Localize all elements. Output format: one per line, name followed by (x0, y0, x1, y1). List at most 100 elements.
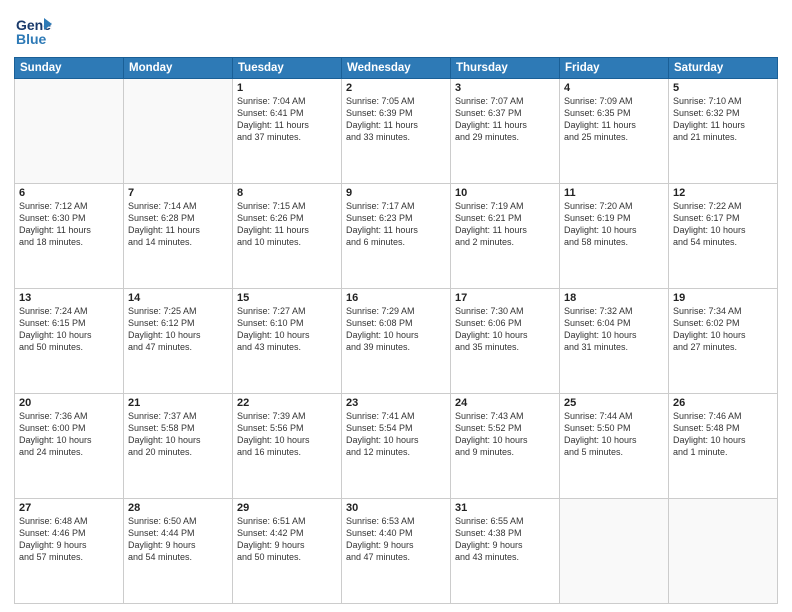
day-number: 8 (237, 187, 337, 199)
day-number: 17 (455, 292, 555, 304)
day-cell: 26Sunrise: 7:46 AM Sunset: 5:48 PM Dayli… (669, 394, 778, 499)
day-number: 3 (455, 82, 555, 94)
day-cell: 22Sunrise: 7:39 AM Sunset: 5:56 PM Dayli… (233, 394, 342, 499)
calendar-table: SundayMondayTuesdayWednesdayThursdayFrid… (14, 57, 778, 604)
day-info: Sunrise: 7:24 AM Sunset: 6:15 PM Dayligh… (19, 305, 119, 354)
day-cell: 4Sunrise: 7:09 AM Sunset: 6:35 PM Daylig… (560, 79, 669, 184)
day-info: Sunrise: 7:30 AM Sunset: 6:06 PM Dayligh… (455, 305, 555, 354)
weekday-header-monday: Monday (124, 58, 233, 79)
weekday-header-saturday: Saturday (669, 58, 778, 79)
week-row-3: 20Sunrise: 7:36 AM Sunset: 6:00 PM Dayli… (15, 394, 778, 499)
page: General Blue SundayMondayTuesdayWednesda… (0, 0, 792, 612)
day-number: 19 (673, 292, 773, 304)
day-number: 16 (346, 292, 446, 304)
logo: General Blue (14, 10, 52, 53)
day-cell: 17Sunrise: 7:30 AM Sunset: 6:06 PM Dayli… (451, 289, 560, 394)
day-cell: 5Sunrise: 7:10 AM Sunset: 6:32 PM Daylig… (669, 79, 778, 184)
day-cell: 23Sunrise: 7:41 AM Sunset: 5:54 PM Dayli… (342, 394, 451, 499)
day-info: Sunrise: 7:12 AM Sunset: 6:30 PM Dayligh… (19, 200, 119, 249)
day-cell: 15Sunrise: 7:27 AM Sunset: 6:10 PM Dayli… (233, 289, 342, 394)
day-cell: 3Sunrise: 7:07 AM Sunset: 6:37 PM Daylig… (451, 79, 560, 184)
day-info: Sunrise: 7:39 AM Sunset: 5:56 PM Dayligh… (237, 410, 337, 459)
day-number: 22 (237, 397, 337, 409)
day-number: 20 (19, 397, 119, 409)
day-info: Sunrise: 6:53 AM Sunset: 4:40 PM Dayligh… (346, 515, 446, 564)
day-info: Sunrise: 7:09 AM Sunset: 6:35 PM Dayligh… (564, 95, 664, 144)
day-info: Sunrise: 7:41 AM Sunset: 5:54 PM Dayligh… (346, 410, 446, 459)
day-info: Sunrise: 7:10 AM Sunset: 6:32 PM Dayligh… (673, 95, 773, 144)
day-info: Sunrise: 7:25 AM Sunset: 6:12 PM Dayligh… (128, 305, 228, 354)
day-cell: 30Sunrise: 6:53 AM Sunset: 4:40 PM Dayli… (342, 499, 451, 604)
week-row-0: 1Sunrise: 7:04 AM Sunset: 6:41 PM Daylig… (15, 79, 778, 184)
day-cell: 10Sunrise: 7:19 AM Sunset: 6:21 PM Dayli… (451, 184, 560, 289)
day-info: Sunrise: 7:37 AM Sunset: 5:58 PM Dayligh… (128, 410, 228, 459)
day-number: 6 (19, 187, 119, 199)
day-cell (124, 79, 233, 184)
day-info: Sunrise: 6:48 AM Sunset: 4:46 PM Dayligh… (19, 515, 119, 564)
day-cell: 13Sunrise: 7:24 AM Sunset: 6:15 PM Dayli… (15, 289, 124, 394)
day-number: 2 (346, 82, 446, 94)
day-number: 9 (346, 187, 446, 199)
day-number: 5 (673, 82, 773, 94)
day-info: Sunrise: 7:36 AM Sunset: 6:00 PM Dayligh… (19, 410, 119, 459)
day-info: Sunrise: 7:27 AM Sunset: 6:10 PM Dayligh… (237, 305, 337, 354)
day-cell (560, 499, 669, 604)
day-info: Sunrise: 7:34 AM Sunset: 6:02 PM Dayligh… (673, 305, 773, 354)
week-row-1: 6Sunrise: 7:12 AM Sunset: 6:30 PM Daylig… (15, 184, 778, 289)
day-cell: 12Sunrise: 7:22 AM Sunset: 6:17 PM Dayli… (669, 184, 778, 289)
day-cell: 11Sunrise: 7:20 AM Sunset: 6:19 PM Dayli… (560, 184, 669, 289)
day-cell: 24Sunrise: 7:43 AM Sunset: 5:52 PM Dayli… (451, 394, 560, 499)
day-number: 15 (237, 292, 337, 304)
svg-text:Blue: Blue (16, 31, 47, 47)
week-row-4: 27Sunrise: 6:48 AM Sunset: 4:46 PM Dayli… (15, 499, 778, 604)
day-cell: 8Sunrise: 7:15 AM Sunset: 6:26 PM Daylig… (233, 184, 342, 289)
day-number: 27 (19, 502, 119, 514)
day-cell: 28Sunrise: 6:50 AM Sunset: 4:44 PM Dayli… (124, 499, 233, 604)
day-number: 11 (564, 187, 664, 199)
day-info: Sunrise: 7:14 AM Sunset: 6:28 PM Dayligh… (128, 200, 228, 249)
day-info: Sunrise: 7:44 AM Sunset: 5:50 PM Dayligh… (564, 410, 664, 459)
day-info: Sunrise: 7:04 AM Sunset: 6:41 PM Dayligh… (237, 95, 337, 144)
day-number: 30 (346, 502, 446, 514)
day-cell: 21Sunrise: 7:37 AM Sunset: 5:58 PM Dayli… (124, 394, 233, 499)
day-number: 25 (564, 397, 664, 409)
day-cell: 25Sunrise: 7:44 AM Sunset: 5:50 PM Dayli… (560, 394, 669, 499)
day-number: 28 (128, 502, 228, 514)
day-number: 26 (673, 397, 773, 409)
day-cell: 6Sunrise: 7:12 AM Sunset: 6:30 PM Daylig… (15, 184, 124, 289)
day-info: Sunrise: 7:29 AM Sunset: 6:08 PM Dayligh… (346, 305, 446, 354)
day-info: Sunrise: 7:07 AM Sunset: 6:37 PM Dayligh… (455, 95, 555, 144)
weekday-header-row: SundayMondayTuesdayWednesdayThursdayFrid… (15, 58, 778, 79)
weekday-header-wednesday: Wednesday (342, 58, 451, 79)
logo-icon: General Blue (14, 10, 52, 53)
day-info: Sunrise: 7:43 AM Sunset: 5:52 PM Dayligh… (455, 410, 555, 459)
day-info: Sunrise: 7:19 AM Sunset: 6:21 PM Dayligh… (455, 200, 555, 249)
day-cell: 18Sunrise: 7:32 AM Sunset: 6:04 PM Dayli… (560, 289, 669, 394)
day-cell: 31Sunrise: 6:55 AM Sunset: 4:38 PM Dayli… (451, 499, 560, 604)
day-cell: 20Sunrise: 7:36 AM Sunset: 6:00 PM Dayli… (15, 394, 124, 499)
day-number: 12 (673, 187, 773, 199)
day-number: 4 (564, 82, 664, 94)
day-info: Sunrise: 7:05 AM Sunset: 6:39 PM Dayligh… (346, 95, 446, 144)
day-info: Sunrise: 7:20 AM Sunset: 6:19 PM Dayligh… (564, 200, 664, 249)
day-number: 18 (564, 292, 664, 304)
day-info: Sunrise: 6:51 AM Sunset: 4:42 PM Dayligh… (237, 515, 337, 564)
day-number: 21 (128, 397, 228, 409)
day-cell: 7Sunrise: 7:14 AM Sunset: 6:28 PM Daylig… (124, 184, 233, 289)
day-info: Sunrise: 6:55 AM Sunset: 4:38 PM Dayligh… (455, 515, 555, 564)
day-cell: 9Sunrise: 7:17 AM Sunset: 6:23 PM Daylig… (342, 184, 451, 289)
day-cell (669, 499, 778, 604)
day-number: 31 (455, 502, 555, 514)
weekday-header-thursday: Thursday (451, 58, 560, 79)
day-cell: 1Sunrise: 7:04 AM Sunset: 6:41 PM Daylig… (233, 79, 342, 184)
day-cell: 2Sunrise: 7:05 AM Sunset: 6:39 PM Daylig… (342, 79, 451, 184)
weekday-header-sunday: Sunday (15, 58, 124, 79)
weekday-header-friday: Friday (560, 58, 669, 79)
day-number: 10 (455, 187, 555, 199)
weekday-header-tuesday: Tuesday (233, 58, 342, 79)
day-number: 13 (19, 292, 119, 304)
day-cell: 14Sunrise: 7:25 AM Sunset: 6:12 PM Dayli… (124, 289, 233, 394)
day-cell: 29Sunrise: 6:51 AM Sunset: 4:42 PM Dayli… (233, 499, 342, 604)
day-info: Sunrise: 7:22 AM Sunset: 6:17 PM Dayligh… (673, 200, 773, 249)
day-info: Sunrise: 7:32 AM Sunset: 6:04 PM Dayligh… (564, 305, 664, 354)
